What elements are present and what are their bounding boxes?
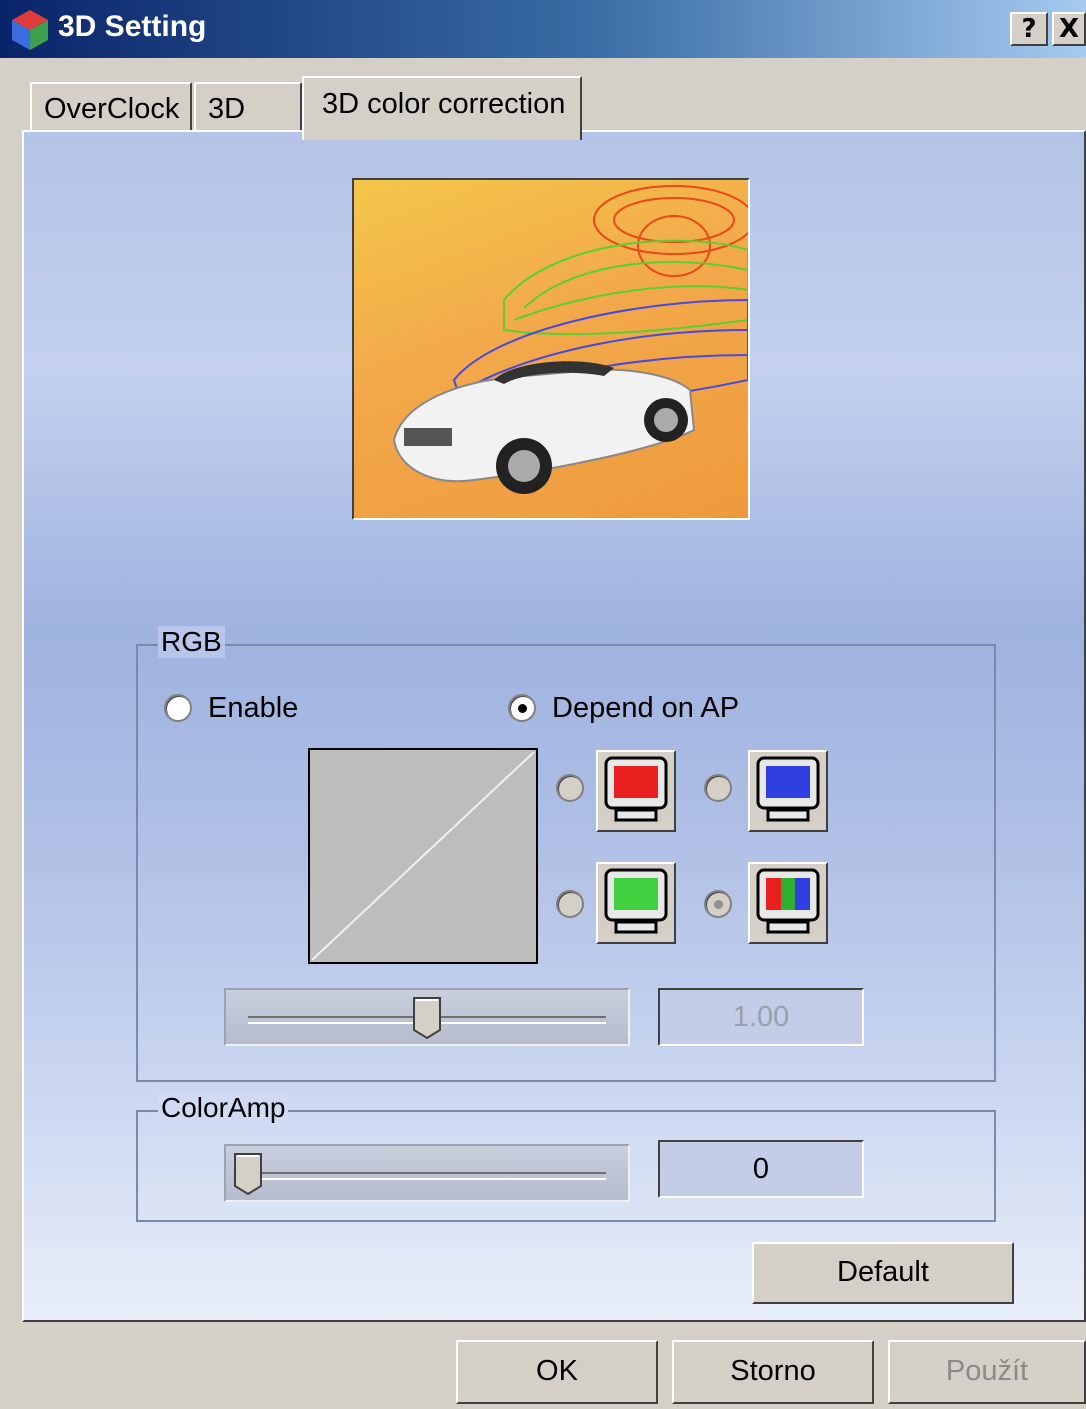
ok-button[interactable]: OK xyxy=(456,1340,658,1404)
car-preview-image xyxy=(352,178,750,520)
all-channels-radio[interactable] xyxy=(704,890,732,918)
rgb-group-label: RGB xyxy=(158,626,225,658)
gamma-slider[interactable] xyxy=(224,988,630,1046)
tab-panel: RGB Enable Depend on AP 1.00 ColorAmp 0 … xyxy=(22,130,1086,1322)
depend-on-ap-radio[interactable] xyxy=(508,694,536,722)
coloramp-slider-track xyxy=(248,1172,606,1180)
green-monitor-icon xyxy=(604,868,668,934)
rgb-monitor-button[interactable] xyxy=(748,862,828,944)
depend-on-ap-label: Depend on AP xyxy=(552,692,740,724)
rgb-groupbox: RGB Enable Depend on AP 1.00 xyxy=(136,626,996,1082)
enable-label: Enable xyxy=(208,692,299,724)
default-button[interactable]: Default xyxy=(752,1242,1014,1304)
green-channel-radio[interactable] xyxy=(556,890,584,918)
blue-monitor-icon xyxy=(756,756,820,822)
car-wireframe-illustration xyxy=(392,185,748,494)
red-channel-radio[interactable] xyxy=(556,774,584,802)
tab-3d-color-correction[interactable]: 3D color correction xyxy=(302,76,582,140)
blue-channel-radio[interactable] xyxy=(704,774,732,802)
coloramp-slider[interactable] xyxy=(224,1144,630,1202)
red-monitor-button[interactable] xyxy=(596,750,676,832)
blue-monitor-button[interactable] xyxy=(748,750,828,832)
app-cubes-icon xyxy=(12,10,48,50)
gamma-slider-thumb[interactable] xyxy=(412,996,442,1040)
help-button[interactable]: ? xyxy=(1010,12,1048,46)
red-monitor-icon xyxy=(604,756,668,822)
window-title: 3D Setting xyxy=(58,10,207,43)
gamma-curve-display xyxy=(308,748,538,964)
enable-radio[interactable] xyxy=(164,694,192,722)
gamma-value-field[interactable]: 1.00 xyxy=(658,988,864,1046)
coloramp-slider-thumb[interactable] xyxy=(233,1152,263,1196)
close-button[interactable]: X xyxy=(1052,12,1086,46)
coloramp-value-field[interactable]: 0 xyxy=(658,1140,864,1198)
tab-strip: OverClock 3D 3D color correction xyxy=(0,58,1086,140)
apply-button[interactable]: Použít xyxy=(888,1340,1086,1404)
rgb-monitor-icon xyxy=(756,868,820,934)
gamma-curve-line xyxy=(311,751,535,961)
cancel-button[interactable]: Storno xyxy=(672,1340,874,1404)
green-monitor-button[interactable] xyxy=(596,862,676,944)
coloramp-group-label: ColorAmp xyxy=(158,1092,289,1124)
title-bar: 3D Setting ? X xyxy=(0,0,1086,58)
coloramp-groupbox: ColorAmp 0 xyxy=(136,1092,996,1222)
